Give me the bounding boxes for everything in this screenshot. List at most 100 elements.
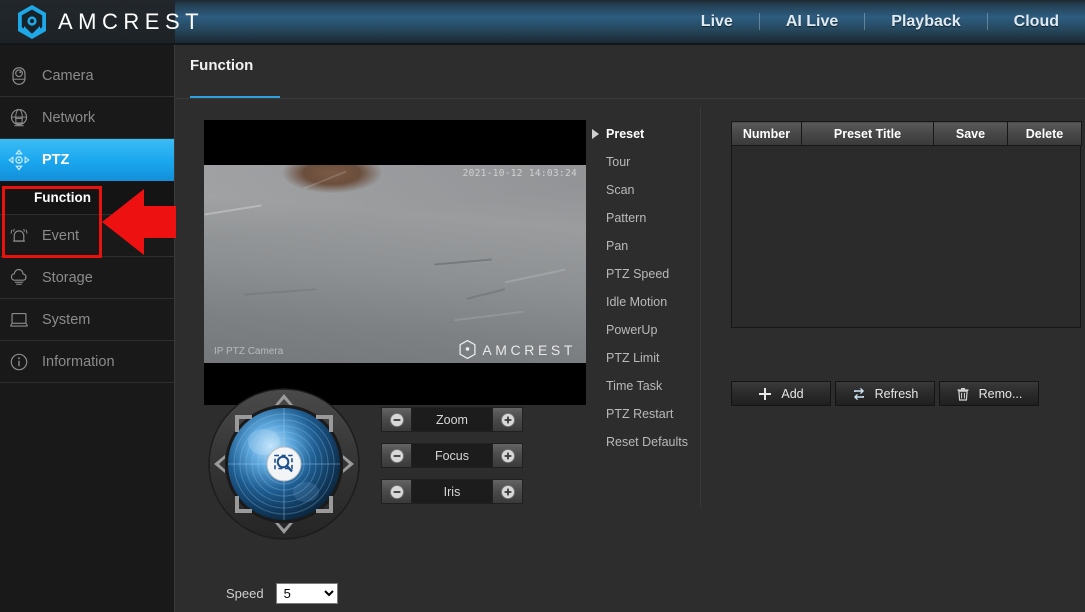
topnav-item-live[interactable]: Live (675, 0, 759, 43)
function-menu-item-idle-motion[interactable]: Idle Motion (588, 288, 700, 316)
function-menu-item-ptz-speed[interactable]: PTZ Speed (588, 260, 700, 288)
video-frame (204, 165, 586, 363)
brand-logo[interactable]: AMCREST (16, 4, 204, 40)
remove-button[interactable]: Remo... (939, 381, 1039, 406)
sidebar-item-camera[interactable]: Camera (0, 55, 174, 97)
sidebar-item-network[interactable]: Network (0, 97, 174, 139)
add-button-label: Add (781, 386, 804, 401)
function-menu-item-powerup[interactable]: PowerUp (588, 316, 700, 344)
function-menu-item-label: Pattern (606, 211, 647, 225)
function-menu-item-label: Tour (606, 155, 631, 169)
column-header-preset-title: Preset Title (801, 121, 934, 146)
sidebar-item-label: Camera (42, 67, 94, 84)
sidebar-item-label: PTZ (42, 152, 70, 168)
sidebar-item-information[interactable]: Information (0, 341, 174, 383)
function-menu-item-label: Preset (606, 127, 645, 141)
function-menu-item-pattern[interactable]: Pattern (588, 204, 700, 232)
topnav-item-ai-live[interactable]: AI Live (760, 0, 864, 43)
function-menu-item-pan[interactable]: Pan (588, 232, 700, 260)
remove-button-label: Remo... (978, 386, 1023, 401)
function-menu: Preset Tour Scan Pattern Pan PTZ Speed I… (588, 120, 700, 456)
lens-controls: Zoom Focus Iris (381, 407, 523, 515)
preset-table-head: Number Preset Title Save Delete (731, 121, 1082, 146)
plus-circle-icon (500, 484, 515, 499)
selected-caret-icon (592, 129, 599, 139)
zoom-minus-button[interactable] (381, 407, 412, 432)
function-menu-item-label: Pan (606, 239, 629, 253)
sidebar-item-label: Storage (42, 269, 93, 286)
topnav-item-playback[interactable]: Playback (865, 0, 986, 43)
sidebar-item-ptz[interactable]: PTZ (0, 139, 174, 181)
tab-bar-divider (176, 98, 1085, 99)
sidebar-subitem-label: Function (34, 190, 91, 205)
column-header-save: Save (933, 121, 1008, 146)
sidebar-item-storage[interactable]: Storage (0, 257, 174, 299)
plus-circle-icon (500, 412, 515, 427)
plus-circle-icon (500, 448, 515, 463)
function-menu-item-label: PowerUp (606, 323, 658, 337)
sidebar-item-label: Network (42, 109, 96, 126)
sidebar-item-system[interactable]: System (0, 299, 174, 341)
amcrest-hexagon-logo-icon (459, 340, 476, 359)
sidebar-item-label: System (42, 311, 91, 328)
ptz-directional-icon (8, 149, 30, 171)
sidebar-item-label: Information (42, 353, 115, 370)
zoom-area-magnifier-icon (266, 446, 302, 482)
main-content: Function 2021-10-12 14:03:24 IP PTZ Came… (176, 45, 1085, 612)
alarm-bell-icon (10, 228, 28, 242)
sidebar-subitem-function[interactable]: Function (0, 181, 174, 215)
video-watermark-text: AMCREST (482, 341, 576, 358)
iris-plus-button[interactable] (492, 479, 523, 504)
network-globe-icon (10, 108, 28, 126)
cloud-storage-icon (10, 268, 27, 285)
speed-control: Speed 5 (226, 583, 338, 604)
focus-label: Focus (412, 443, 492, 468)
zoom-label: Zoom (412, 407, 492, 432)
focus-plus-button[interactable] (492, 443, 523, 468)
refresh-icon (853, 387, 864, 400)
ptz-joystick-dial[interactable] (208, 388, 360, 540)
function-menu-item-ptz-limit[interactable]: PTZ Limit (588, 344, 700, 372)
top-bar: AMCREST Live AI Live Playback Cloud (0, 0, 1085, 45)
speed-select[interactable]: 5 (275, 583, 338, 604)
zoom-control-row: Zoom (381, 407, 523, 432)
function-menu-item-reset-defaults[interactable]: Reset Defaults (588, 428, 700, 456)
iris-control-row: Iris (381, 479, 523, 504)
video-preview[interactable]: 2021-10-12 14:03:24 IP PTZ Camera AMCRES… (204, 120, 586, 405)
column-header-number: Number (731, 121, 802, 146)
plus-icon (759, 387, 772, 400)
brand-name: AMCREST (58, 9, 205, 34)
function-menu-item-label: Idle Motion (606, 295, 668, 309)
zoom-plus-button[interactable] (492, 407, 523, 432)
function-menu-item-label: Scan (606, 183, 635, 197)
function-menu-item-label: Time Task (606, 379, 663, 393)
sidebar-item-label: Event (42, 227, 80, 244)
video-watermark: AMCREST (459, 340, 576, 359)
sidebar-item-event[interactable]: Event (0, 215, 174, 257)
monitor-icon (9, 312, 29, 327)
tab-function[interactable]: Function (190, 57, 253, 91)
amcrest-hexagon-logo-icon (18, 5, 46, 39)
info-circle-icon (10, 353, 28, 370)
add-button[interactable]: Add (731, 381, 831, 406)
preset-table-body-empty (731, 146, 1081, 328)
minus-circle-icon (389, 412, 404, 427)
function-menu-item-scan[interactable]: Scan (588, 176, 700, 204)
function-menu-item-ptz-restart[interactable]: PTZ Restart (588, 400, 700, 428)
function-menu-item-tour[interactable]: Tour (588, 148, 700, 176)
function-menu-item-label: Reset Defaults (606, 435, 688, 449)
refresh-button[interactable]: Refresh (835, 381, 935, 406)
speed-label: Speed (226, 586, 264, 601)
function-menu-item-preset[interactable]: Preset (588, 120, 700, 148)
column-header-delete: Delete (1007, 121, 1082, 146)
iris-minus-button[interactable] (381, 479, 412, 504)
function-menu-divider (700, 107, 701, 507)
focus-minus-button[interactable] (381, 443, 412, 468)
preset-table-actions: Add Refresh Remo... (731, 381, 1039, 406)
function-menu-item-label: PTZ Speed (606, 267, 670, 281)
video-channel-label: IP PTZ Camera (214, 346, 284, 357)
function-menu-item-time-task[interactable]: Time Task (588, 372, 700, 400)
sidebar: Camera Network PTZ Function Event Storag… (0, 45, 175, 612)
preset-table: Number Preset Title Save Delete (731, 121, 1082, 328)
topnav-item-cloud[interactable]: Cloud (988, 0, 1085, 43)
